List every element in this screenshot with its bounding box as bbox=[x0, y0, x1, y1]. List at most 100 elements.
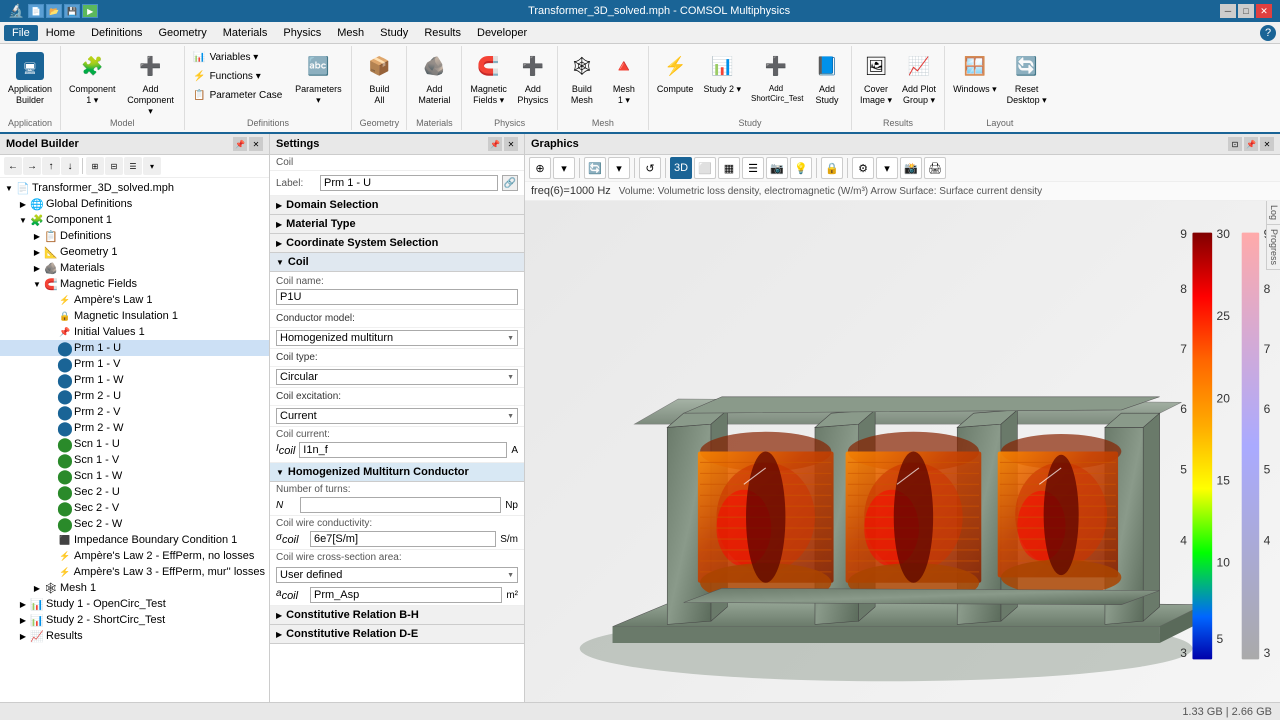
view-options[interactable]: ☰ bbox=[124, 157, 142, 175]
tree-item-prm2w[interactable]: ▶ ⬤ Prm 2 - W bbox=[0, 420, 269, 436]
render-wire-btn[interactable]: ⬜ bbox=[694, 157, 716, 179]
tree-item-sec2v[interactable]: ▶ ⬤ Sec 2 - V bbox=[0, 500, 269, 516]
nav-back[interactable]: ← bbox=[4, 157, 22, 175]
settings-close[interactable]: ✕ bbox=[504, 137, 518, 151]
tree-item-prm1v[interactable]: ▶ ⬤ Prm 1 - V bbox=[0, 356, 269, 372]
add-physics-button[interactable]: ➕ AddPhysics bbox=[513, 48, 553, 108]
menu-study[interactable]: Study bbox=[372, 25, 416, 41]
print-btn[interactable]: 🖨 bbox=[924, 157, 946, 179]
lighting-btn[interactable]: 💡 bbox=[790, 157, 812, 179]
tree-item-mag-insulation[interactable]: ▶ 🔒 Magnetic Insulation 1 bbox=[0, 308, 269, 324]
more-options[interactable]: ▾ bbox=[143, 157, 161, 175]
maximize-button[interactable]: □ bbox=[1238, 4, 1254, 18]
side-tab-log[interactable]: Log bbox=[1267, 201, 1280, 225]
refresh-btn[interactable]: ↺ bbox=[639, 157, 661, 179]
tree-item-comp1[interactable]: ▼ 🧩 Component 1 bbox=[0, 212, 269, 228]
domain-selection-header[interactable]: ▶ Domain Selection bbox=[270, 196, 524, 215]
close-button[interactable]: ✕ bbox=[1256, 4, 1272, 18]
model-builder-close[interactable]: ✕ bbox=[249, 137, 263, 151]
menu-mesh[interactable]: Mesh bbox=[329, 25, 372, 41]
add-plot-button[interactable]: 📈 Add PlotGroup ▾ bbox=[898, 48, 940, 108]
graphics-pin[interactable]: 📌 bbox=[1244, 137, 1258, 151]
expand-study1[interactable]: ▶ bbox=[18, 599, 28, 609]
reset-view-btn[interactable]: 🔄 bbox=[584, 157, 606, 179]
camera-btn[interactable]: 📷 bbox=[766, 157, 788, 179]
expand-comp1[interactable]: ▼ bbox=[18, 215, 28, 225]
menu-results[interactable]: Results bbox=[416, 25, 469, 41]
functions-button[interactable]: ⚡Functions ▾ bbox=[189, 67, 286, 85]
label-input[interactable] bbox=[320, 175, 498, 191]
collapse-all[interactable]: ⊟ bbox=[105, 157, 123, 175]
parameter-case-button[interactable]: 📋Parameter Case bbox=[189, 86, 286, 104]
nav-up[interactable]: ↑ bbox=[42, 157, 60, 175]
coil-type-dropdown[interactable]: Circular ▼ bbox=[276, 369, 518, 385]
open-icon[interactable]: 📂 bbox=[46, 4, 62, 18]
tree-item-prm1u[interactable]: ▶ ⬤ Prm 1 - U bbox=[0, 340, 269, 356]
menu-file[interactable]: File bbox=[4, 25, 38, 41]
tree-item-amperes1[interactable]: ▶ ⚡ Ampère's Law 1 bbox=[0, 292, 269, 308]
model-builder-pin[interactable]: 📌 bbox=[233, 137, 247, 151]
homogenized-header[interactable]: ▼ Homogenized Multiturn Conductor bbox=[270, 463, 524, 482]
expand-materials[interactable]: ▶ bbox=[32, 263, 42, 273]
screenshot-btn[interactable]: 📸 bbox=[900, 157, 922, 179]
menu-developer[interactable]: Developer bbox=[469, 25, 535, 41]
zoom-dropdown-btn[interactable]: ▾ bbox=[553, 157, 575, 179]
render-surface-btn[interactable]: ▦ bbox=[718, 157, 740, 179]
cross-section-input[interactable] bbox=[310, 587, 502, 603]
expand-root[interactable]: ▼ bbox=[4, 183, 14, 193]
save-icon[interactable]: 💾 bbox=[64, 4, 80, 18]
tree-item-impedance[interactable]: ▶ ⬛ Impedance Boundary Condition 1 bbox=[0, 532, 269, 548]
help-button[interactable]: ? bbox=[1260, 25, 1276, 41]
lock-btn[interactable]: 🔒 bbox=[821, 157, 843, 179]
build-mesh-button[interactable]: 🕸 BuildMesh bbox=[562, 48, 602, 108]
menu-definitions[interactable]: Definitions bbox=[83, 25, 150, 41]
tree-item-mag-fields[interactable]: ▼ 🧲 Magnetic Fields bbox=[0, 276, 269, 292]
cover-image-button[interactable]: 🖼 CoverImage ▾ bbox=[856, 48, 896, 108]
add-material-button[interactable]: 🪨 AddMaterial bbox=[414, 48, 454, 108]
compute-button[interactable]: ⚡ Compute bbox=[653, 48, 698, 97]
constitutive-bh-header[interactable]: ▶ Constitutive Relation B-H bbox=[270, 606, 524, 625]
expand-global[interactable]: ▶ bbox=[18, 199, 28, 209]
magnetic-fields-button[interactable]: 🧲 MagneticFields ▾ bbox=[466, 48, 511, 108]
conductivity-input[interactable] bbox=[310, 531, 496, 547]
minimize-button[interactable]: ─ bbox=[1220, 4, 1236, 18]
constitutive-de-header[interactable]: ▶ Constitutive Relation D-E bbox=[270, 625, 524, 644]
mesh1-button[interactable]: 🔺 Mesh1 ▾ bbox=[604, 48, 644, 108]
build-all-button[interactable]: 📦 BuildAll bbox=[359, 48, 399, 108]
tree-item-amperes3[interactable]: ▶ ⚡ Ampère's Law 3 - EffPerm, mur'' loss… bbox=[0, 564, 269, 580]
expand-mesh1[interactable]: ▶ bbox=[32, 583, 42, 593]
tree-item-mesh1[interactable]: ▶ 🕸 Mesh 1 bbox=[0, 580, 269, 596]
coil-section-header[interactable]: ▼ Coil bbox=[270, 253, 524, 272]
tree-item-results[interactable]: ▶ 📈 Results bbox=[0, 628, 269, 644]
menu-geometry[interactable]: Geometry bbox=[150, 25, 214, 41]
windows-button[interactable]: 🪟 Windows ▾ bbox=[949, 48, 1001, 97]
study2-button[interactable]: 📊 Study 2 ▾ bbox=[699, 48, 745, 97]
tree-item-prm1w[interactable]: ▶ ⬤ Prm 1 - W bbox=[0, 372, 269, 388]
tree-item-scn1u[interactable]: ▶ ⬤ Scn 1 - U bbox=[0, 436, 269, 452]
side-tab-progress[interactable]: Progress bbox=[1267, 225, 1280, 270]
view-dropdown-btn[interactable]: ▾ bbox=[608, 157, 630, 179]
label-icon-btn[interactable]: 🔗 bbox=[502, 175, 518, 191]
num-turns-input[interactable] bbox=[300, 497, 501, 513]
add-component-button[interactable]: ➕ AddComponent ▾ bbox=[122, 48, 180, 118]
tree-item-prm2u[interactable]: ▶ ⬤ Prm 2 - U bbox=[0, 388, 269, 404]
tree-item-sec2w[interactable]: ▶ ⬤ Sec 2 - W bbox=[0, 516, 269, 532]
component-button[interactable]: 🧩 Component1 ▾ bbox=[65, 48, 120, 108]
coord-system-header[interactable]: ▶ Coordinate System Selection bbox=[270, 234, 524, 253]
conductor-model-dropdown[interactable]: Homogenized multiturn ▼ bbox=[276, 330, 518, 346]
render-3d-btn[interactable]: 3D bbox=[670, 157, 692, 179]
tree-item-root[interactable]: ▼ 📄 Transformer_3D_solved.mph bbox=[0, 180, 269, 196]
render-options-btn[interactable]: ⚙ bbox=[852, 157, 874, 179]
tree-item-study2[interactable]: ▶ 📊 Study 2 - ShortCirc_Test bbox=[0, 612, 269, 628]
add-study-button[interactable]: 📘 AddStudy bbox=[807, 48, 847, 108]
tree-item-scn1v[interactable]: ▶ ⬤ Scn 1 - V bbox=[0, 452, 269, 468]
menu-materials[interactable]: Materials bbox=[215, 25, 276, 41]
graphics-canvas[interactable]: 9 8 7 6 5 4 3 30 25 20 15 10 5 9 8 7 6 bbox=[525, 201, 1280, 702]
tree-item-prm2v[interactable]: ▶ ⬤ Prm 2 - V bbox=[0, 404, 269, 420]
expand-results[interactable]: ▶ bbox=[18, 631, 28, 641]
render-dropdown2-btn[interactable]: ▾ bbox=[876, 157, 898, 179]
expand-all[interactable]: ⊞ bbox=[86, 157, 104, 175]
scene-tree-btn[interactable]: ☰ bbox=[742, 157, 764, 179]
reset-desktop-button[interactable]: 🔄 ResetDesktop ▾ bbox=[1003, 48, 1051, 108]
coil-excitation-dropdown[interactable]: Current ▼ bbox=[276, 408, 518, 424]
